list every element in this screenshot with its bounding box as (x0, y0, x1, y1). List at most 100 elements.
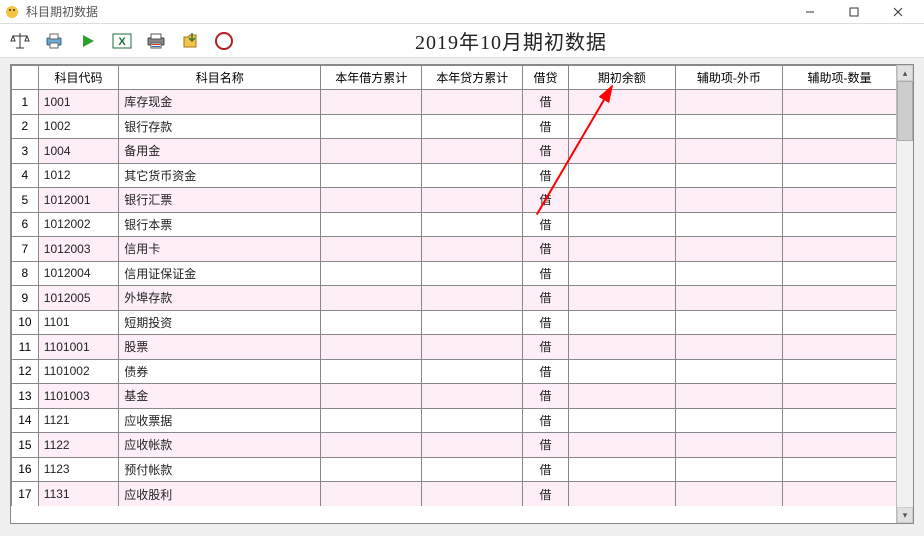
folder-icon[interactable] (178, 29, 202, 53)
cell-code[interactable]: 1122 (38, 433, 118, 458)
table-row[interactable]: 71012003信用卡借 (12, 237, 897, 262)
table-row[interactable]: 61012002银行本票借 (12, 212, 897, 237)
cell-fx[interactable] (675, 335, 782, 360)
table-row[interactable]: 31004备用金借 (12, 139, 897, 164)
cell-code[interactable]: 1002 (38, 114, 118, 139)
cell-code[interactable]: 1101003 (38, 384, 118, 409)
cell-qty[interactable] (783, 359, 896, 384)
cell-balance[interactable] (568, 482, 675, 507)
cell-qty[interactable] (783, 310, 896, 335)
cell-credit[interactable] (422, 384, 523, 409)
cell-jd[interactable]: 借 (523, 433, 568, 458)
cell-debit[interactable] (321, 237, 422, 262)
cell-fx[interactable] (675, 188, 782, 213)
table-row[interactable]: 141121应收票据借 (12, 408, 897, 433)
cell-balance[interactable] (568, 384, 675, 409)
cell-jd[interactable]: 借 (523, 163, 568, 188)
cell-credit[interactable] (422, 482, 523, 507)
maximize-button[interactable] (832, 1, 876, 23)
table-row[interactable]: 81012004信用证保证金借 (12, 261, 897, 286)
cell-code[interactable]: 1012005 (38, 286, 118, 311)
cell-credit[interactable] (422, 114, 523, 139)
col-credit[interactable]: 本年贷方累计 (422, 66, 523, 90)
cell-name[interactable]: 预付帐款 (119, 457, 321, 482)
cell-debit[interactable] (321, 482, 422, 507)
cell-qty[interactable] (783, 335, 896, 360)
cell-code[interactable]: 1101001 (38, 335, 118, 360)
minimize-button[interactable] (788, 1, 832, 23)
cell-balance[interactable] (568, 237, 675, 262)
col-jd[interactable]: 借贷 (523, 66, 568, 90)
table-row[interactable]: 171131应收股利借 (12, 482, 897, 507)
col-code[interactable]: 科目代码 (38, 66, 118, 90)
cell-credit[interactable] (422, 188, 523, 213)
cell-balance[interactable] (568, 188, 675, 213)
scroll-down-icon[interactable]: ▾ (897, 507, 913, 523)
table-row[interactable]: 161123预付帐款借 (12, 457, 897, 482)
cell-debit[interactable] (321, 408, 422, 433)
cell-code[interactable]: 1101 (38, 310, 118, 335)
cell-name[interactable]: 应收帐款 (119, 433, 321, 458)
cell-name[interactable]: 其它货币资金 (119, 163, 321, 188)
cell-code[interactable]: 1121 (38, 408, 118, 433)
table-row[interactable]: 11001库存现金借 (12, 90, 897, 115)
col-index[interactable] (12, 66, 39, 90)
cell-debit[interactable] (321, 90, 422, 115)
cell-jd[interactable]: 借 (523, 90, 568, 115)
cell-credit[interactable] (422, 310, 523, 335)
cell-debit[interactable] (321, 286, 422, 311)
cell-credit[interactable] (422, 163, 523, 188)
cell-qty[interactable] (783, 212, 896, 237)
cell-name[interactable]: 库存现金 (119, 90, 321, 115)
cell-debit[interactable] (321, 310, 422, 335)
cell-qty[interactable] (783, 114, 896, 139)
table-row[interactable]: 151122应收帐款借 (12, 433, 897, 458)
table-row[interactable]: 51012001银行汇票借 (12, 188, 897, 213)
cell-debit[interactable] (321, 114, 422, 139)
cell-balance[interactable] (568, 457, 675, 482)
cell-code[interactable]: 1131 (38, 482, 118, 507)
cell-jd[interactable]: 借 (523, 310, 568, 335)
cell-balance[interactable] (568, 163, 675, 188)
cell-credit[interactable] (422, 286, 523, 311)
cell-qty[interactable] (783, 237, 896, 262)
cell-credit[interactable] (422, 90, 523, 115)
cell-jd[interactable]: 借 (523, 188, 568, 213)
cell-debit[interactable] (321, 335, 422, 360)
cell-code[interactable]: 1004 (38, 139, 118, 164)
cell-debit[interactable] (321, 139, 422, 164)
cell-balance[interactable] (568, 286, 675, 311)
cell-code[interactable]: 1012001 (38, 188, 118, 213)
cell-qty[interactable] (783, 188, 896, 213)
cell-code[interactable]: 1012003 (38, 237, 118, 262)
cell-debit[interactable] (321, 163, 422, 188)
cell-qty[interactable] (783, 261, 896, 286)
cell-jd[interactable]: 借 (523, 286, 568, 311)
cell-qty[interactable] (783, 90, 896, 115)
cell-credit[interactable] (422, 237, 523, 262)
cell-qty[interactable] (783, 139, 896, 164)
cell-jd[interactable]: 借 (523, 114, 568, 139)
scroll-thumb[interactable] (897, 81, 913, 141)
cell-fx[interactable] (675, 212, 782, 237)
cell-credit[interactable] (422, 335, 523, 360)
cell-debit[interactable] (321, 433, 422, 458)
cell-jd[interactable]: 借 (523, 457, 568, 482)
cell-code[interactable]: 1101002 (38, 359, 118, 384)
cell-credit[interactable] (422, 433, 523, 458)
table-row[interactable]: 41012其它货币资金借 (12, 163, 897, 188)
table-row[interactable]: 101101短期投资借 (12, 310, 897, 335)
col-fx[interactable]: 辅助项-外币 (675, 66, 782, 90)
cell-name[interactable]: 信用卡 (119, 237, 321, 262)
cell-balance[interactable] (568, 359, 675, 384)
cell-name[interactable]: 外埠存款 (119, 286, 321, 311)
table-row[interactable]: 91012005外埠存款借 (12, 286, 897, 311)
cell-qty[interactable] (783, 457, 896, 482)
cell-credit[interactable] (422, 359, 523, 384)
cell-fx[interactable] (675, 261, 782, 286)
cell-code[interactable]: 1012004 (38, 261, 118, 286)
cell-fx[interactable] (675, 163, 782, 188)
cell-balance[interactable] (568, 212, 675, 237)
cell-qty[interactable] (783, 408, 896, 433)
table-row[interactable]: 111101001股票借 (12, 335, 897, 360)
